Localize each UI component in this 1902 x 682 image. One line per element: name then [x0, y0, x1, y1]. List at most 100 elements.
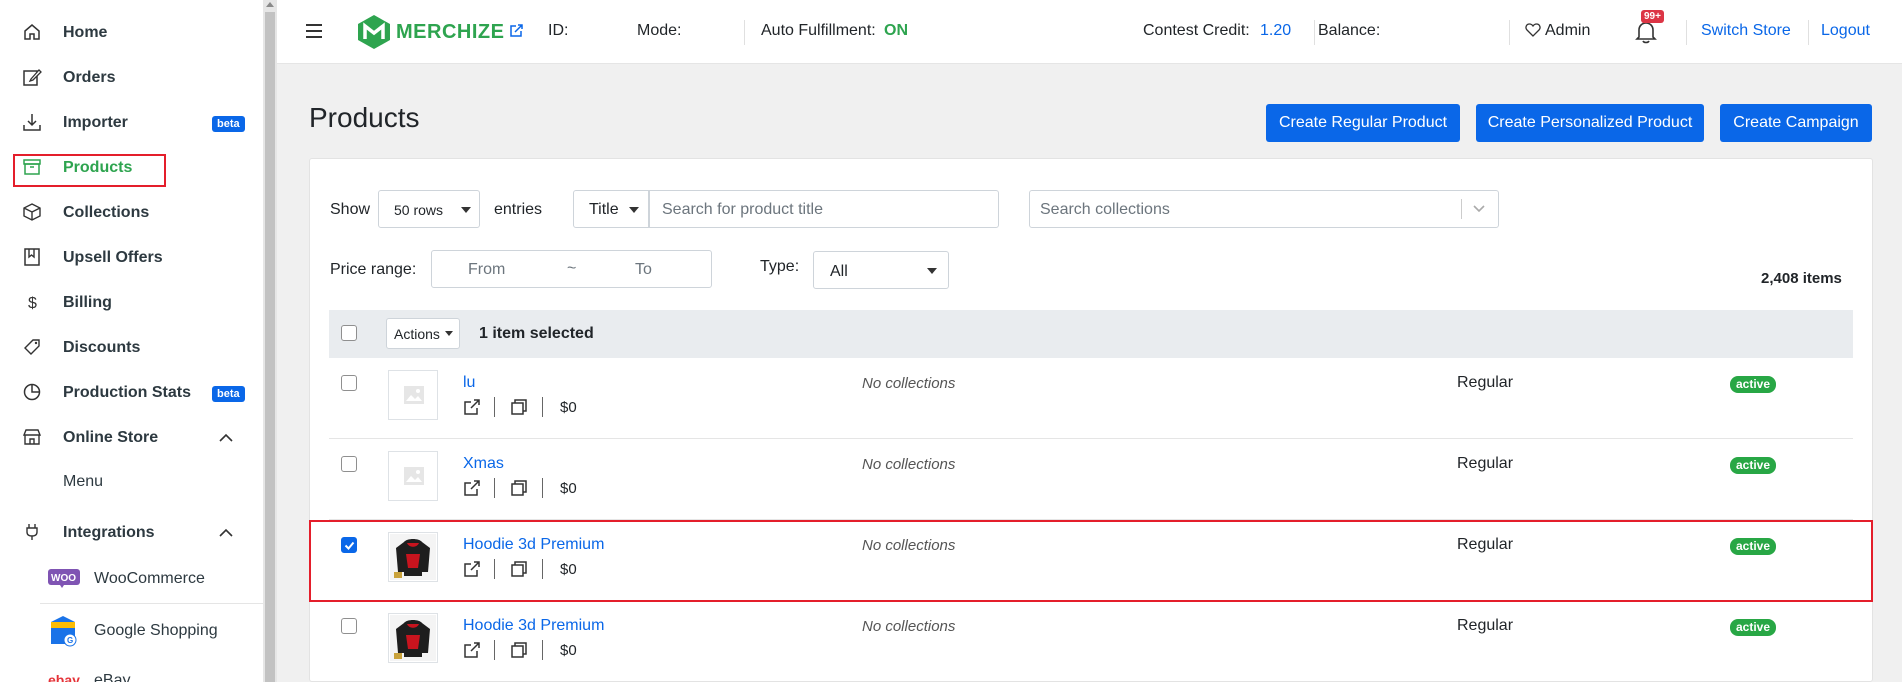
divider [1686, 20, 1687, 45]
dollar-icon: $ [28, 295, 37, 312]
scrollbar-thumb[interactable] [265, 12, 275, 682]
create-campaign-button[interactable]: Create Campaign [1720, 104, 1872, 142]
sidebar-item-upsell-offers[interactable]: Upsell Offers [0, 235, 263, 280]
merchize-logo[interactable]: MERCHIZE [355, 13, 530, 51]
sidebar-subitem-menu[interactable]: Menu [0, 460, 263, 505]
price-to-placeholder[interactable]: To [635, 261, 652, 279]
row-checkbox[interactable] [341, 375, 357, 391]
sidebar: Home Orders Importer beta Products Colle… [0, 0, 263, 682]
bookmark-icon [24, 248, 40, 266]
row-checkbox[interactable] [341, 618, 357, 634]
duplicate-icon[interactable] [510, 398, 528, 416]
sidebar-item-integrations[interactable]: Integrations [0, 510, 263, 555]
sidebar-item-billing[interactable]: $ Billing [0, 280, 263, 325]
caret-down-icon [445, 331, 453, 336]
sidebar-item-label: Upsell Offers [63, 248, 163, 266]
merchize-logo-text: MERCHIZE [396, 21, 505, 43]
sidebar-subitem-label: Menu [63, 473, 104, 490]
sidebar-subitem-google-shopping[interactable]: G Google Shopping [0, 608, 263, 653]
product-type: Regular [1457, 374, 1514, 391]
divider [1314, 20, 1315, 45]
external-link-icon[interactable] [463, 398, 481, 416]
chevron-up-icon[interactable] [219, 431, 233, 445]
price-from-placeholder[interactable]: From [468, 261, 505, 279]
admin-label[interactable]: Admin [1545, 22, 1590, 40]
beta-badge: beta [212, 116, 245, 132]
type-select[interactable]: All [813, 251, 949, 289]
page-title: Products [309, 102, 420, 133]
collections-search-select[interactable]: Search collections [1029, 190, 1499, 228]
product-title-link[interactable]: Hoodie 3d Premium [463, 617, 604, 635]
chevron-down-icon[interactable] [1472, 204, 1486, 214]
merchize-logo-icon [358, 15, 390, 49]
external-link-icon[interactable] [463, 641, 481, 659]
sidebar-subitem-label: eBay [94, 672, 131, 682]
product-price: $0 [560, 399, 577, 416]
product-thumbnail[interactable] [388, 451, 438, 501]
product-title-search-input[interactable]: Search for product title [649, 190, 999, 228]
sidebar-item-importer[interactable]: Importer beta [0, 100, 263, 145]
product-thumbnail[interactable] [388, 613, 438, 663]
row-divider [329, 438, 1853, 439]
contest-credit-label: Contest Credit: [1143, 22, 1250, 39]
home-icon [24, 24, 40, 40]
product-title-link[interactable]: lu [463, 374, 475, 392]
sidebar-scrollbar[interactable] [263, 0, 277, 682]
notification-count-badge: 99+ [1641, 10, 1664, 23]
sidebar-item-production-stats[interactable]: Production Stats beta [0, 370, 263, 415]
product-collections: No collections [862, 375, 956, 392]
sidebar-item-label: Billing [63, 293, 112, 311]
sidebar-subitem-label: Google Shopping [94, 622, 218, 639]
switch-store-link[interactable]: Switch Store [1701, 22, 1791, 40]
sidebar-item-label: Collections [63, 203, 150, 221]
bell-icon[interactable] [1635, 20, 1657, 44]
pie-chart-icon [23, 383, 41, 401]
sidebar-item-home[interactable]: Home [0, 10, 263, 55]
create-regular-product-button[interactable]: Create Regular Product [1266, 104, 1460, 142]
selected-count-text: 1 item selected [479, 325, 594, 342]
external-link-icon[interactable] [463, 479, 481, 497]
hoodie-image [390, 615, 436, 661]
chevron-up-icon[interactable] [219, 526, 233, 540]
product-collections: No collections [862, 618, 956, 635]
sidebar-item-label: Orders [63, 68, 116, 86]
select-all-checkbox[interactable] [341, 325, 357, 341]
product-title-link[interactable]: Xmas [463, 455, 504, 473]
row-checkbox[interactable] [341, 456, 357, 472]
product-thumbnail[interactable] [388, 370, 438, 420]
divider [744, 20, 745, 45]
sidebar-item-label: Discounts [63, 338, 141, 356]
bulk-actions-dropdown[interactable]: Actions [386, 318, 460, 349]
sidebar-subitem-ebay[interactable]: ebay eBay [0, 660, 263, 682]
heart-icon[interactable] [1525, 22, 1541, 38]
total-items-count: 2,408 items [1761, 270, 1842, 287]
create-personalized-product-button[interactable]: Create Personalized Product [1476, 104, 1704, 142]
status-badge: active [1730, 619, 1777, 636]
rows-per-page-value: 50 rows [394, 202, 444, 218]
price-range-input[interactable]: From ~ To [431, 250, 712, 288]
sidebar-item-orders[interactable]: Orders [0, 55, 263, 100]
sidebar-subitem-woocommerce[interactable]: WOO WooCommerce [0, 556, 263, 601]
scroll-up-arrow-icon[interactable] [266, 2, 274, 7]
rows-per-page-select[interactable]: 50 rows [378, 190, 480, 228]
sidebar-item-label: Online Store [63, 428, 159, 446]
auto-fulfillment-label: Auto Fulfillment: [761, 22, 876, 39]
sidebar-item-collections[interactable]: Collections [0, 190, 263, 235]
duplicate-icon[interactable] [510, 479, 528, 497]
type-value: All [830, 263, 848, 280]
external-link-icon[interactable] [509, 23, 524, 38]
caret-down-icon [629, 207, 639, 213]
divider [494, 478, 495, 498]
search-field-select[interactable]: Title [573, 190, 649, 228]
woocommerce-logo-text: WOO [51, 573, 76, 584]
duplicate-icon[interactable] [510, 641, 528, 659]
products-highlight-box [13, 154, 166, 187]
topbar: MERCHIZE ID: Mode: Auto Fulfillment: ON … [277, 0, 1902, 64]
product-price: $0 [560, 642, 577, 659]
sidebar-item-online-store[interactable]: Online Store [0, 415, 263, 460]
hamburger-menu-icon[interactable] [306, 24, 322, 38]
sidebar-item-discounts[interactable]: Discounts [0, 325, 263, 370]
divider [1509, 20, 1510, 45]
logout-link[interactable]: Logout [1821, 22, 1870, 40]
entries-label: entries [494, 201, 543, 218]
